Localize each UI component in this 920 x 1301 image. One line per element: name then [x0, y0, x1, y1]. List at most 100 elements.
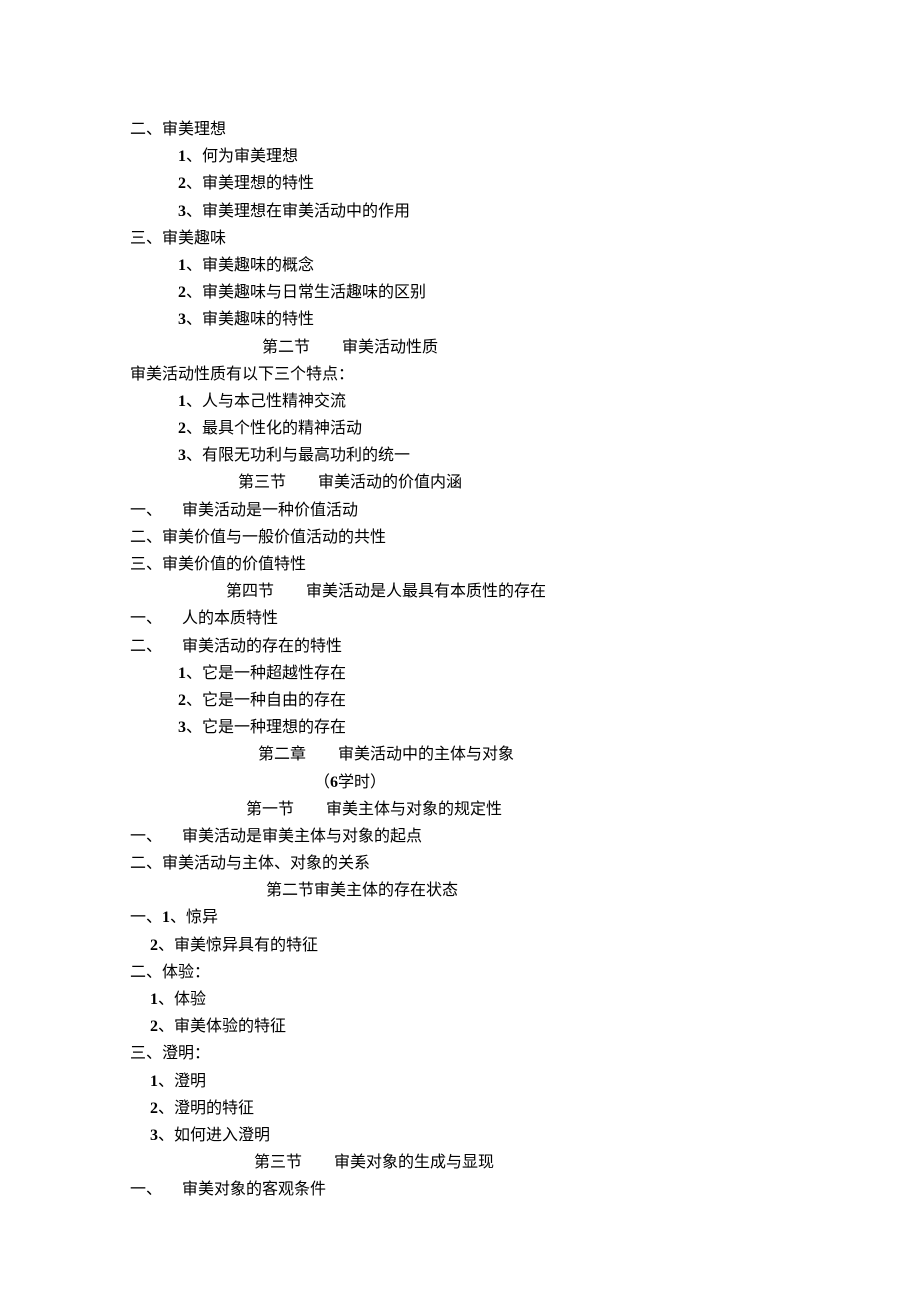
line-suffix: 、有限无功利与最高功利的统一	[186, 447, 410, 464]
line-bold: 2	[178, 420, 186, 437]
text-line: 2、审美趣味与日常生活趣味的区别	[130, 279, 790, 306]
line-prefix: 一、 审美活动是一种价值活动	[130, 502, 358, 519]
text-line: 1、体验	[130, 986, 790, 1013]
line-bold: 1	[178, 148, 186, 165]
line-prefix	[130, 937, 150, 954]
line-suffix: 、人与本己性精神交流	[186, 393, 346, 410]
text-line: 2、审美惊异具有的特征	[130, 932, 790, 959]
line-bold: 3	[150, 1127, 158, 1144]
text-line: 二、审美活动与主体、对象的关系	[130, 850, 790, 877]
line-suffix: 、澄明的特征	[158, 1100, 254, 1117]
line-prefix: 二、 审美活动的存在的特性	[130, 638, 342, 655]
text-line: 3、审美理想在审美活动中的作用	[130, 198, 790, 225]
line-prefix	[130, 1127, 150, 1144]
line-bold: 6	[330, 774, 338, 791]
line-prefix: （	[130, 774, 330, 791]
line-prefix	[130, 175, 178, 192]
text-line: 3、如何进入澄明	[130, 1122, 790, 1149]
line-prefix: 第二章 审美活动中的主体与对象	[130, 746, 514, 763]
line-bold: 3	[178, 203, 186, 220]
line-prefix	[130, 203, 178, 220]
line-prefix	[130, 665, 178, 682]
text-line: 一、 人的本质特性	[130, 605, 790, 632]
line-bold: 2	[150, 937, 158, 954]
text-line: 3、有限无功利与最高功利的统一	[130, 442, 790, 469]
line-prefix: 审美活动性质有以下三个特点：	[130, 366, 354, 383]
line-prefix: 第二节 审美活动性质	[130, 339, 438, 356]
line-prefix	[130, 311, 178, 328]
line-prefix: 第二节审美主体的存在状态	[130, 882, 458, 899]
text-line: 2、审美理想的特性	[130, 170, 790, 197]
text-line: 3、审美趣味的特性	[130, 306, 790, 333]
line-bold: 1	[162, 909, 170, 926]
line-prefix	[130, 1073, 150, 1090]
line-prefix: 第三节 审美对象的生成与显现	[130, 1154, 494, 1171]
text-line: 一、 审美活动是一种价值活动	[130, 497, 790, 524]
text-line: 一、 审美对象的客观条件	[130, 1176, 790, 1203]
line-prefix	[130, 1018, 150, 1035]
text-line: 第三节 审美对象的生成与显现	[130, 1149, 790, 1176]
line-prefix: 一、	[130, 909, 162, 926]
text-line: 1、它是一种超越性存在	[130, 660, 790, 687]
line-bold: 3	[178, 311, 186, 328]
line-suffix: 、审美体验的特征	[158, 1018, 286, 1035]
line-prefix	[130, 284, 178, 301]
line-prefix: 二、审美价值与一般价值活动的共性	[130, 529, 386, 546]
text-line: 第三节 审美活动的价值内涵	[130, 469, 790, 496]
line-prefix: 一、 审美对象的客观条件	[130, 1181, 326, 1198]
line-prefix	[130, 420, 178, 437]
line-bold: 2	[150, 1018, 158, 1035]
line-suffix: 、何为审美理想	[186, 148, 298, 165]
text-line: 第一节 审美主体与对象的规定性	[130, 796, 790, 823]
line-prefix: 三、澄明：	[130, 1045, 210, 1062]
line-suffix: 学时）	[338, 774, 386, 791]
line-suffix: 、最具个性化的精神活动	[186, 420, 362, 437]
line-prefix	[130, 991, 150, 1008]
line-suffix: 、审美惊异具有的特征	[158, 937, 318, 954]
text-line: 三、审美价值的价值特性	[130, 551, 790, 578]
line-suffix: 、如何进入澄明	[158, 1127, 270, 1144]
line-prefix: 三、审美趣味	[130, 230, 226, 247]
line-bold: 2	[178, 692, 186, 709]
line-prefix: 第四节 审美活动是人最具有本质性的存在	[130, 583, 546, 600]
text-line: 审美活动性质有以下三个特点：	[130, 361, 790, 388]
text-line: 2、它是一种自由的存在	[130, 687, 790, 714]
text-line: 1、人与本己性精神交流	[130, 388, 790, 415]
line-prefix: 二、审美活动与主体、对象的关系	[130, 855, 370, 872]
line-prefix	[130, 393, 178, 410]
line-bold: 1	[150, 1073, 158, 1090]
line-suffix: 、审美理想在审美活动中的作用	[186, 203, 410, 220]
text-line: 一、1、惊异	[130, 904, 790, 931]
text-line: 二、体验：	[130, 959, 790, 986]
text-line: 第二节审美主体的存在状态	[130, 877, 790, 904]
line-bold: 2	[150, 1100, 158, 1117]
document-content: 二、审美理想 1、何为审美理想 2、审美理想的特性 3、审美理想在审美活动中的作…	[130, 116, 790, 1204]
line-prefix: 三、审美价值的价值特性	[130, 556, 306, 573]
line-prefix	[130, 692, 178, 709]
text-line: 2、审美体验的特征	[130, 1013, 790, 1040]
text-line: 第二章 审美活动中的主体与对象	[130, 741, 790, 768]
line-bold: 3	[178, 447, 186, 464]
text-line: 一、 审美活动是审美主体与对象的起点	[130, 823, 790, 850]
line-suffix: 、澄明	[158, 1073, 206, 1090]
text-line: 三、澄明：	[130, 1040, 790, 1067]
line-prefix	[130, 148, 178, 165]
text-line: （6学时）	[130, 769, 790, 796]
line-bold: 1	[178, 665, 186, 682]
line-suffix: 、它是一种理想的存在	[186, 719, 346, 736]
line-prefix: 一、 审美活动是审美主体与对象的起点	[130, 828, 422, 845]
text-line: 二、 审美活动的存在的特性	[130, 633, 790, 660]
line-bold: 1	[150, 991, 158, 1008]
line-prefix	[130, 1100, 150, 1117]
line-prefix: 一、 人的本质特性	[130, 610, 278, 627]
line-prefix: 二、审美理想	[130, 121, 226, 138]
line-bold: 3	[178, 719, 186, 736]
text-line: 二、审美价值与一般价值活动的共性	[130, 524, 790, 551]
line-bold: 2	[178, 284, 186, 301]
line-prefix	[130, 447, 178, 464]
text-line: 2、澄明的特征	[130, 1095, 790, 1122]
text-line: 第四节 审美活动是人最具有本质性的存在	[130, 578, 790, 605]
line-prefix: 第三节 审美活动的价值内涵	[130, 474, 462, 491]
line-suffix: 、它是一种自由的存在	[186, 692, 346, 709]
line-suffix: 、它是一种超越性存在	[186, 665, 346, 682]
